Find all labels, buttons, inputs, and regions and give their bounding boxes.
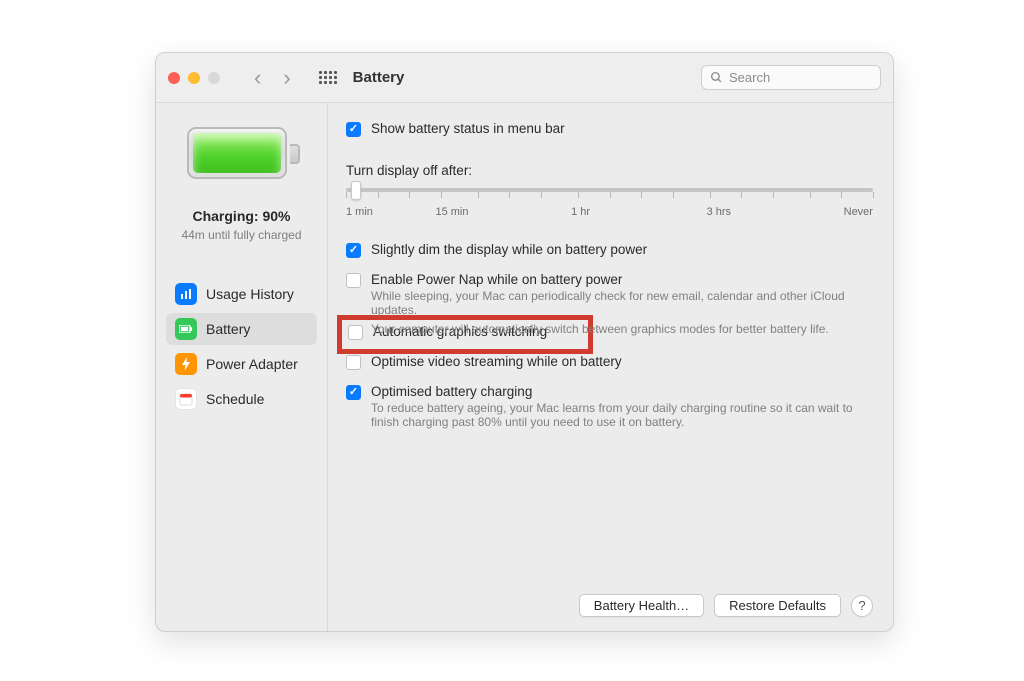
search-icon [710,71,723,84]
sidebar-item-schedule[interactable]: Schedule [166,383,317,415]
option-label: Slightly dim the display while on batter… [371,242,647,257]
body: Charging: 90% 44m until fully charged Us… [156,103,893,631]
content: Show battery status in menu bar Turn dis… [328,103,893,631]
footer-buttons: Battery Health… Restore Defaults ? [579,594,873,617]
battery-prefs-window: ‹ › Battery Search Charging: 90% 44m unt… [155,52,894,632]
slider-tick-label: 1 hr [571,206,590,218]
nav-arrows: ‹ › [254,65,291,91]
slider-tick-label: 3 hrs [707,206,731,218]
sidebar: Charging: 90% 44m until fully charged Us… [156,103,328,631]
option-optimise-video: Optimise video streaming while on batter… [346,354,873,370]
window-controls [168,72,220,84]
slider-title: Turn display off after: [346,163,873,178]
option-description: To reduce battery ageing, your Mac learn… [371,401,871,429]
back-button[interactable]: ‹ [254,65,261,91]
chart-icon [175,283,197,305]
checkbox-optimise-video[interactable] [346,355,361,370]
minimize-icon[interactable] [188,72,200,84]
calendar-icon [175,388,197,410]
forward-button[interactable]: › [283,65,290,91]
slider-tick-label: 15 min [435,206,468,218]
sidebar-item-power-adapter[interactable]: Power Adapter [166,348,317,380]
search-placeholder: Search [729,70,770,85]
page-title: Battery [353,69,405,86]
search-input[interactable]: Search [701,65,881,90]
close-icon[interactable] [168,72,180,84]
help-button[interactable]: ? [851,595,873,617]
option-label: Optimised battery charging [371,384,871,399]
slider-tick-label: 1 min [346,206,373,218]
sidebar-item-label: Usage History [206,286,294,302]
charging-status: Charging: 90% [166,208,317,224]
option-power-nap: Enable Power Nap while on battery power … [346,272,873,317]
slider-labels: 1 min 15 min 1 hr 3 hrs Never [346,206,873,218]
display-sleep-slider: Turn display off after: 1 min 15 min [346,163,873,218]
charging-eta: 44m until fully charged [166,228,317,242]
battery-illustration [187,127,297,182]
option-menu-bar: Show battery status in menu bar [346,121,873,137]
zoom-icon[interactable] [208,72,220,84]
checkbox-optimised-charging[interactable] [346,385,361,400]
checkbox-dim-display[interactable] [346,243,361,258]
restore-defaults-button[interactable]: Restore Defaults [714,594,841,617]
slider-tick-label: Never [844,206,873,218]
show-all-icon[interactable] [319,71,337,84]
checkbox-menu-bar[interactable] [346,122,361,137]
sidebar-item-label: Battery [206,321,250,337]
option-optimised-charging: Optimised battery charging To reduce bat… [346,384,873,429]
checkbox-power-nap[interactable] [346,273,361,288]
battery-health-button[interactable]: Battery Health… [579,594,704,617]
option-dim-display: Slightly dim the display while on batter… [346,242,873,258]
titlebar: ‹ › Battery Search [156,53,893,103]
sidebar-list: Usage History Battery Power Adapter [166,278,317,415]
sidebar-item-label: Schedule [206,391,264,407]
option-label: Optimise video streaming while on batter… [371,354,622,369]
option-label: Show battery status in menu bar [371,121,565,136]
option-label: Enable Power Nap while on battery power [371,272,851,287]
sidebar-item-label: Power Adapter [206,356,298,372]
slider-track[interactable] [346,188,873,192]
sidebar-item-usage-history[interactable]: Usage History [166,278,317,310]
battery-icon [175,318,197,340]
bolt-icon [175,353,197,375]
option-description: While sleeping, your Mac can periodicall… [371,289,851,317]
checkbox-graphics-switching[interactable] [348,325,363,340]
sidebar-item-battery[interactable]: Battery [166,313,317,345]
option-description: Your computer will automatically switch … [371,322,871,336]
slider-knob[interactable] [351,181,361,200]
